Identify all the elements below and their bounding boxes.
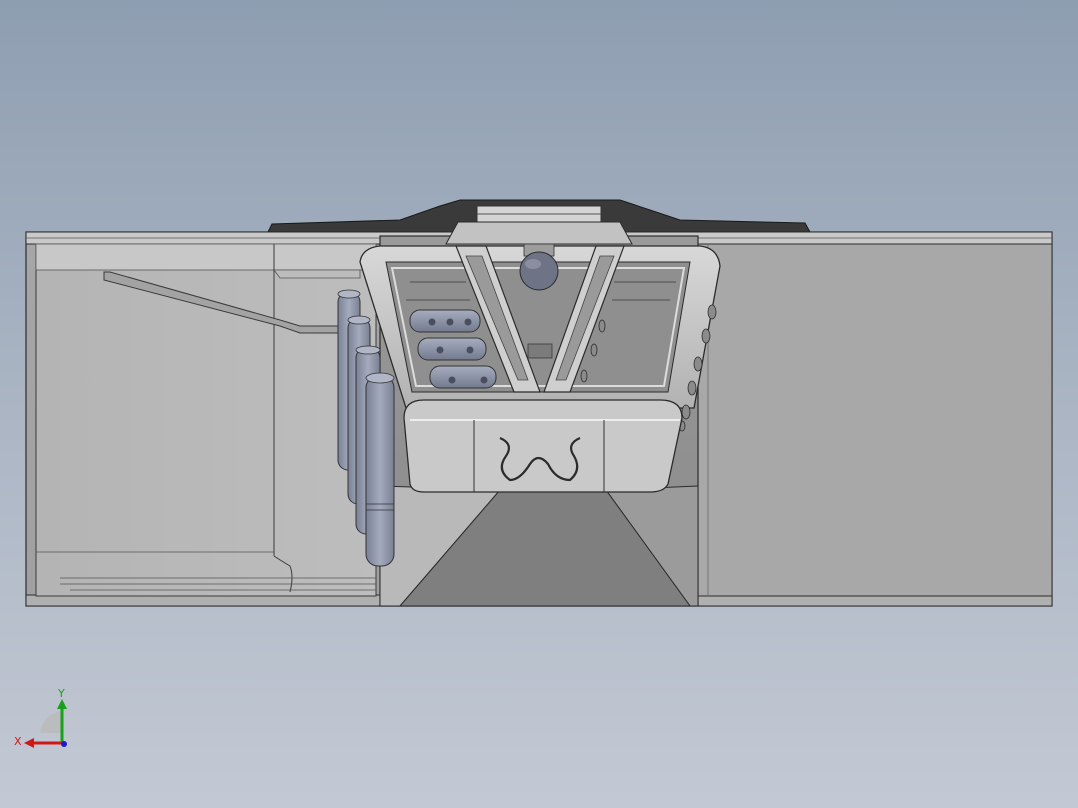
x-axis-label: X <box>14 735 22 748</box>
coordinate-triad: Y X <box>14 687 67 748</box>
left-housing <box>35 243 377 597</box>
z-axis-dot <box>61 741 67 747</box>
center-knob <box>519 251 559 291</box>
front-jaw <box>403 399 683 493</box>
cad-viewport[interactable]: Y X <box>0 0 1078 808</box>
cad-model-front-view[interactable] <box>0 0 1078 808</box>
top-bracket <box>445 221 633 245</box>
y-axis-label: Y <box>57 687 65 700</box>
right-panel <box>697 243 1053 597</box>
